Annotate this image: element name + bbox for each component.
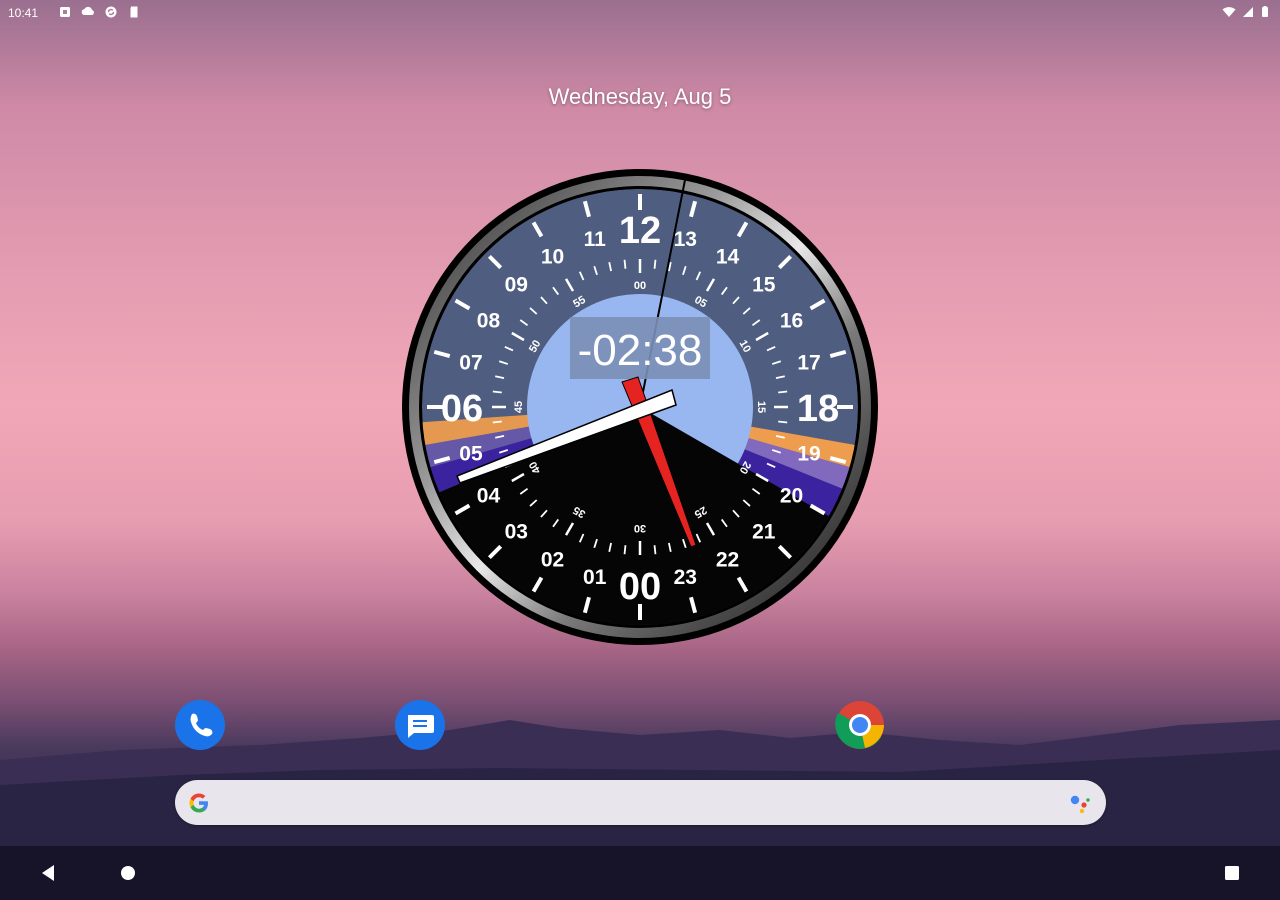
hour-numeral: 07 (459, 352, 482, 375)
minute-numeral: 30 (634, 522, 646, 534)
hour-numeral: 22 (716, 549, 739, 572)
recents-icon[interactable] (1223, 864, 1241, 882)
hour-numeral: 09 (505, 273, 528, 296)
minute-tick (623, 259, 627, 269)
hour-numeral: 08 (477, 310, 501, 333)
home-icon[interactable] (119, 864, 137, 882)
sd-card-icon (130, 6, 138, 18)
minute-tick (778, 420, 788, 424)
hour-numeral: 14 (716, 245, 740, 268)
hour-numeral: 13 (674, 228, 697, 251)
minute-tick (492, 390, 502, 394)
hour-numeral: 03 (505, 521, 528, 544)
minute-numeral: 00 (634, 280, 646, 292)
minute-tick (653, 259, 657, 269)
hour-numeral: 00 (619, 566, 661, 608)
phone-icon (175, 700, 225, 750)
search-input[interactable] (221, 790, 1045, 817)
hour-numeral: 15 (752, 273, 776, 296)
battery-icon (1262, 6, 1268, 17)
google-assistant-icon[interactable] (1068, 792, 1092, 814)
hour-numeral: 18 (797, 388, 839, 430)
digital-time: -02:38 (578, 326, 703, 375)
hour-numeral: 11 (584, 228, 607, 251)
sync-icon (105, 6, 117, 18)
hour-numeral: 04 (477, 485, 501, 508)
messages-icon (395, 700, 445, 750)
navigation-bar (0, 846, 1280, 900)
hour-numeral: 05 (459, 442, 483, 465)
hour-numeral: 10 (541, 245, 564, 268)
minute-numeral: 45 (513, 401, 525, 413)
back-icon[interactable] (39, 863, 57, 883)
minute-numeral: 15 (755, 401, 767, 413)
hour-numeral: 20 (780, 485, 803, 508)
hour-numeral: 16 (780, 310, 803, 333)
notification-square-icon (60, 7, 70, 17)
hour-numeral: 21 (752, 521, 776, 544)
phone-app[interactable] (175, 700, 225, 750)
date-label[interactable]: Wednesday, Aug 5 (0, 84, 1280, 110)
wifi-icon (1222, 7, 1236, 17)
cloud-icon (81, 6, 94, 15)
hour-numeral: 01 (583, 566, 607, 589)
messages-app[interactable] (395, 700, 445, 750)
hour-numeral: 23 (674, 566, 697, 589)
hour-numeral: 19 (797, 442, 820, 465)
status-bar: 10:41 (0, 0, 1280, 26)
status-time: 10:41 (8, 6, 39, 20)
minute-tick (778, 390, 788, 394)
hour-numeral: 17 (797, 352, 820, 375)
chrome-app[interactable] (835, 700, 885, 750)
google-search-bar[interactable] (175, 780, 1106, 825)
hour-numeral: 12 (619, 210, 661, 252)
hour-numeral: 02 (541, 549, 564, 572)
clock-widget[interactable]: 000102030405060708091011 12 13141516171819… (400, 167, 880, 647)
chrome-icon (835, 701, 884, 749)
minute-tick (623, 545, 627, 555)
signal-icon (1243, 7, 1253, 17)
google-logo-icon (189, 793, 208, 813)
minute-tick (653, 545, 657, 555)
digital-readout: -02:38 (570, 317, 710, 379)
hour-numeral: 06 (441, 388, 483, 430)
minute-tick (492, 420, 502, 424)
